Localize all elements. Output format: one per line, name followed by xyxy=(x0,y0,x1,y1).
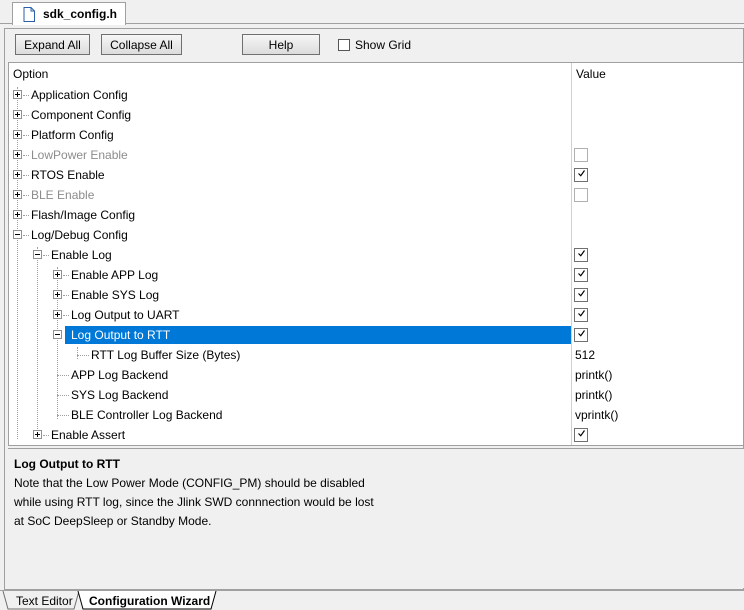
checkmark-icon xyxy=(578,250,585,257)
tree-row-enable-log[interactable]: Enable Log xyxy=(9,245,743,265)
tree-row-log-debug-config[interactable]: Log/Debug Config xyxy=(9,225,743,245)
expand-all-button[interactable]: Expand All xyxy=(15,34,90,55)
row-label: BLE Controller Log Backend xyxy=(71,408,223,422)
row-label: Log/Debug Config xyxy=(31,228,128,242)
expand-toggle-icon[interactable] xyxy=(13,90,22,99)
description-panel: Log Output to RTT Note that the Low Powe… xyxy=(8,448,744,588)
expand-toggle-icon[interactable] xyxy=(53,270,62,279)
help-button[interactable]: Help xyxy=(242,34,320,55)
checkmark-icon xyxy=(578,270,585,277)
grid-header: Option Value xyxy=(9,63,743,85)
row-label: RTT Log Buffer Size (Bytes) xyxy=(91,348,241,362)
row-value[interactable]: printk() xyxy=(575,388,612,402)
row-label: LowPower Enable xyxy=(31,148,128,162)
expand-toggle-icon[interactable] xyxy=(13,130,22,139)
checkmark-icon xyxy=(578,430,585,437)
checkmark-icon xyxy=(578,290,585,297)
row-value[interactable]: 512 xyxy=(575,348,595,362)
collapse-all-button[interactable]: Collapse All xyxy=(101,34,182,55)
tab-sdk-config[interactable]: sdk_config.h xyxy=(12,2,126,25)
value-checkbox[interactable] xyxy=(574,268,588,282)
expand-toggle-icon[interactable] xyxy=(53,310,62,319)
value-checkbox[interactable] xyxy=(574,188,588,202)
row-label: Flash/Image Config xyxy=(31,208,136,222)
description-title: Log Output to RTT xyxy=(14,457,120,471)
tree-row-ble-controller-log-backend[interactable]: BLE Controller Log Backend vprintk() xyxy=(9,405,743,425)
description-line: while using RTT log, since the Jlink SWD… xyxy=(14,495,374,509)
tree-row-application-config[interactable]: Application Config xyxy=(9,85,743,105)
document-tab-strip: sdk_config.h xyxy=(0,0,744,25)
expand-toggle-icon[interactable] xyxy=(33,430,42,439)
expand-toggle-icon[interactable] xyxy=(13,150,22,159)
checkmark-icon xyxy=(578,170,585,177)
tree-row-log-output-uart[interactable]: Log Output to UART xyxy=(9,305,743,325)
row-label: APP Log Backend xyxy=(71,368,169,382)
tree-row-lowpower-enable[interactable]: LowPower Enable xyxy=(9,145,743,165)
checkmark-icon xyxy=(578,310,585,317)
row-label: Component Config xyxy=(31,108,132,122)
tab-text-editor[interactable]: Text Editor xyxy=(16,592,73,610)
collapse-toggle-icon[interactable] xyxy=(33,250,42,259)
value-checkbox[interactable] xyxy=(574,428,588,442)
editor-mode-tabs: Text Editor Configuration Wizard xyxy=(0,590,744,610)
tree-row-ble-enable[interactable]: BLE Enable xyxy=(9,185,743,205)
tree-row-log-output-rtt[interactable]: Log Output to RTT xyxy=(9,325,743,345)
option-column-header: Option xyxy=(13,67,49,81)
tree-row-enable-sys-log[interactable]: Enable SYS Log xyxy=(9,285,743,305)
tree-row-component-config[interactable]: Component Config xyxy=(9,105,743,125)
tree-row-rtos-enable[interactable]: RTOS Enable xyxy=(9,165,743,185)
value-checkbox[interactable] xyxy=(574,288,588,302)
value-column-header: Value xyxy=(576,67,606,81)
expand-toggle-icon[interactable] xyxy=(13,190,22,199)
tree-row-enable-app-log[interactable]: Enable APP Log xyxy=(9,265,743,285)
value-checkbox[interactable] xyxy=(574,308,588,322)
value-checkbox[interactable] xyxy=(574,148,588,162)
description-line: Note that the Low Power Mode (CONFIG_PM)… xyxy=(14,476,365,490)
row-label: Enable Assert xyxy=(51,428,126,442)
row-value[interactable]: vprintk() xyxy=(575,408,618,422)
show-grid-option[interactable]: Show Grid xyxy=(338,38,411,52)
row-label: SYS Log Backend xyxy=(71,388,169,402)
expand-toggle-icon[interactable] xyxy=(13,210,22,219)
expand-toggle-icon[interactable] xyxy=(53,290,62,299)
tree-row-rtt-log-buffer-size[interactable]: RTT Log Buffer Size (Bytes) 512 xyxy=(9,345,743,365)
row-value[interactable]: printk() xyxy=(575,368,612,382)
tab-configuration-wizard[interactable]: Configuration Wizard xyxy=(89,592,210,610)
row-label: RTOS Enable xyxy=(31,168,105,182)
row-label: Log Output to RTT xyxy=(71,328,171,342)
row-label: Enable SYS Log xyxy=(71,288,160,302)
expand-toggle-icon[interactable] xyxy=(13,170,22,179)
value-checkbox[interactable] xyxy=(574,168,588,182)
row-label: Platform Config xyxy=(31,128,114,142)
tab-title: sdk_config.h xyxy=(43,7,118,21)
collapse-toggle-icon[interactable] xyxy=(13,230,22,239)
row-label: Log Output to UART xyxy=(71,308,180,322)
tree-row-sys-log-backend[interactable]: SYS Log Backend printk() xyxy=(9,385,743,405)
expand-toggle-icon[interactable] xyxy=(13,110,22,119)
value-checkbox[interactable] xyxy=(574,328,588,342)
file-icon xyxy=(23,6,35,22)
value-checkbox[interactable] xyxy=(574,248,588,262)
tree-row-enable-assert[interactable]: Enable Assert xyxy=(9,425,743,445)
row-label: Application Config xyxy=(31,88,128,102)
tree-row-flash-image-config[interactable]: Flash/Image Config xyxy=(9,205,743,225)
collapse-toggle-icon[interactable] xyxy=(53,330,62,339)
tree-row-app-log-backend[interactable]: APP Log Backend printk() xyxy=(9,365,743,385)
options-grid[interactable]: Option Value Application Config Componen… xyxy=(8,62,744,446)
show-grid-checkbox[interactable] xyxy=(338,39,350,51)
row-label: Enable Log xyxy=(51,248,112,262)
checkmark-icon xyxy=(578,330,585,337)
description-line: at SoC DeepSleep or Standby Mode. xyxy=(14,514,212,528)
row-label: Enable APP Log xyxy=(71,268,159,282)
row-label: BLE Enable xyxy=(31,188,95,202)
show-grid-label: Show Grid xyxy=(355,38,412,52)
tree-row-platform-config[interactable]: Platform Config xyxy=(9,125,743,145)
